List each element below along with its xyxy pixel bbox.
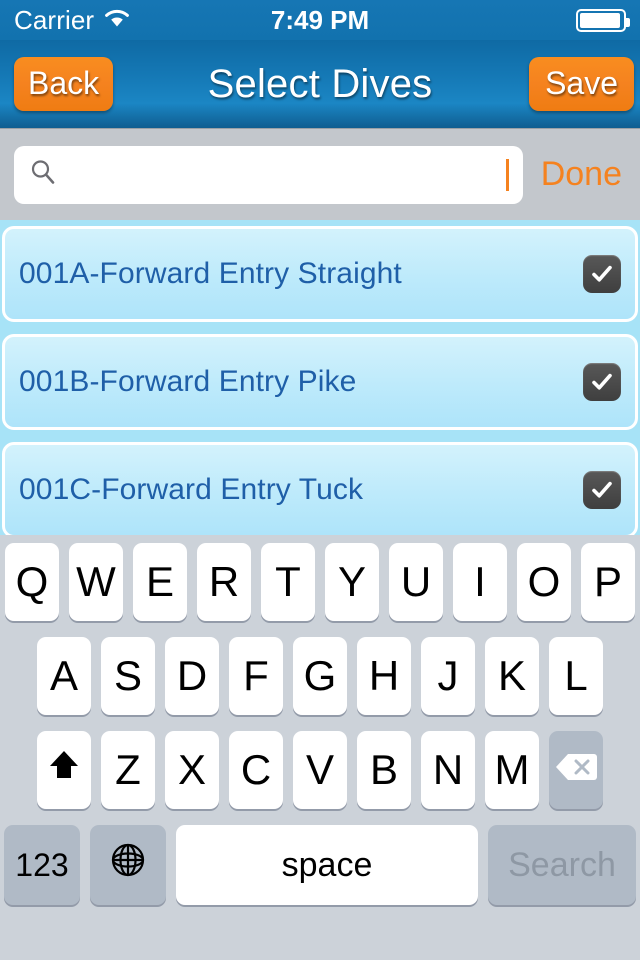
key-m[interactable]: M — [485, 731, 539, 809]
search-icon — [28, 157, 58, 192]
checkbox-checked[interactable] — [583, 363, 621, 401]
backspace-icon — [554, 746, 598, 794]
dive-label: 001A-Forward Entry Straight — [19, 257, 402, 290]
key-e[interactable]: E — [133, 543, 187, 621]
table-row[interactable]: 001B-Forward Entry Pike — [2, 334, 638, 430]
key-k[interactable]: K — [485, 637, 539, 715]
key-z[interactable]: Z — [101, 731, 155, 809]
status-bar-right — [576, 8, 630, 32]
keyboard-row-2: A S D F G H J K L — [0, 637, 640, 715]
key-g[interactable]: G — [293, 637, 347, 715]
search-key[interactable]: Search — [488, 825, 636, 905]
keyboard-row-4: 123 space Search — [0, 825, 640, 905]
key-w[interactable]: W — [69, 543, 123, 621]
done-button[interactable]: Done — [537, 155, 626, 194]
dive-label: 001B-Forward Entry Pike — [19, 365, 357, 398]
status-bar-left: Carrier — [14, 5, 131, 36]
key-o[interactable]: O — [517, 543, 571, 621]
numeric-key[interactable]: 123 — [4, 825, 80, 905]
key-f[interactable]: F — [229, 637, 283, 715]
key-r[interactable]: R — [197, 543, 251, 621]
globe-key[interactable] — [90, 825, 166, 905]
globe-icon — [107, 839, 149, 891]
space-key[interactable]: space — [176, 825, 478, 905]
backspace-key[interactable] — [549, 731, 603, 809]
onscreen-keyboard: Q W E R T Y U I O P A S D F G H J K L Z … — [0, 535, 640, 960]
key-p[interactable]: P — [581, 543, 635, 621]
key-x[interactable]: X — [165, 731, 219, 809]
key-c[interactable]: C — [229, 731, 283, 809]
key-n[interactable]: N — [421, 731, 475, 809]
back-button[interactable]: Back — [14, 57, 114, 111]
save-button[interactable]: Save — [529, 57, 634, 111]
key-q[interactable]: Q — [5, 543, 59, 621]
key-y[interactable]: Y — [325, 543, 379, 621]
checkbox-checked[interactable] — [583, 255, 621, 293]
carrier-label: Carrier — [14, 4, 95, 35]
text-caret — [505, 158, 509, 191]
battery-icon — [576, 8, 630, 32]
dive-label: 001C-Forward Entry Tuck — [19, 473, 364, 506]
shift-key[interactable] — [37, 731, 91, 809]
key-b[interactable]: B — [357, 731, 411, 809]
dive-list: 001A-Forward Entry Straight 001B-Forward… — [0, 220, 640, 535]
checkbox-checked[interactable] — [583, 471, 621, 509]
keyboard-row-1: Q W E R T Y U I O P — [0, 543, 640, 621]
key-u[interactable]: U — [389, 543, 443, 621]
key-s[interactable]: S — [101, 637, 155, 715]
table-row[interactable]: 001C-Forward Entry Tuck — [2, 442, 638, 535]
search-input[interactable] — [14, 145, 523, 204]
navigation-bar: Back Select Dives Save — [0, 40, 640, 128]
key-v[interactable]: V — [293, 731, 347, 809]
shift-arrow-icon — [44, 745, 84, 795]
keyboard-row-3: Z X C V B N M — [0, 731, 640, 809]
key-j[interactable]: J — [421, 637, 475, 715]
app-screen: Carrier 7:49 PM Back Select Dives Save D… — [0, 0, 640, 960]
key-i[interactable]: I — [453, 543, 507, 621]
battery-fill — [580, 12, 621, 28]
search-bar: Done — [0, 128, 640, 220]
key-t[interactable]: T — [261, 543, 315, 621]
key-d[interactable]: D — [165, 637, 219, 715]
wifi-icon — [103, 7, 131, 33]
table-row[interactable]: 001A-Forward Entry Straight — [2, 226, 638, 322]
key-a[interactable]: A — [37, 637, 91, 715]
key-l[interactable]: L — [549, 637, 603, 715]
status-bar: Carrier 7:49 PM — [0, 0, 640, 40]
key-h[interactable]: H — [357, 637, 411, 715]
